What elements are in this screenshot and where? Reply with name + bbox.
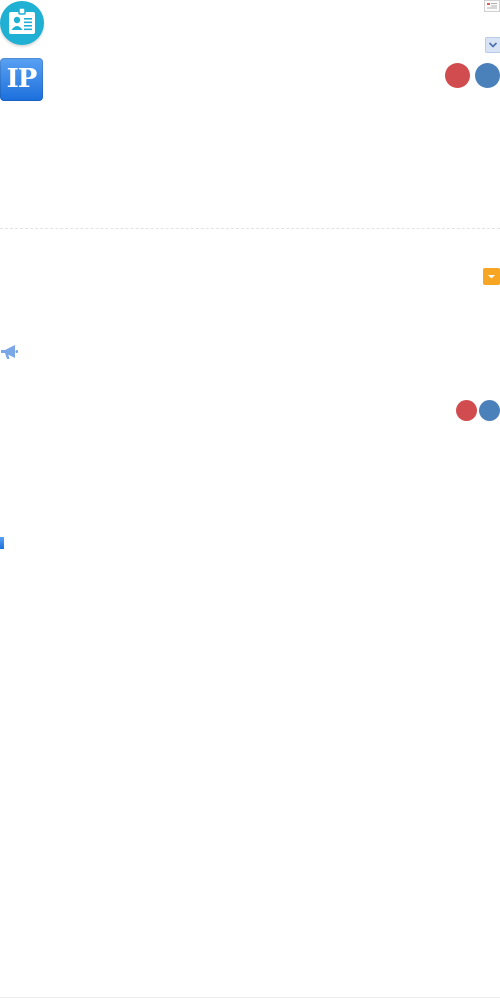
- chevron-down-icon[interactable]: [485, 37, 500, 53]
- red-dot-button[interactable]: [445, 63, 470, 88]
- bottom-divider: [0, 997, 500, 998]
- id-card-icon: [0, 1, 44, 45]
- red-dot-button[interactable]: [456, 400, 477, 421]
- blue-dot-button[interactable]: [475, 63, 500, 88]
- contact-card-icon[interactable]: [484, 0, 500, 12]
- ip-icon: IP: [0, 58, 43, 101]
- blue-marker: [0, 537, 4, 549]
- caret-down-icon[interactable]: [483, 268, 500, 285]
- megaphone-icon: [0, 342, 20, 362]
- dashed-divider: [0, 228, 500, 229]
- blue-dot-button[interactable]: [479, 400, 500, 421]
